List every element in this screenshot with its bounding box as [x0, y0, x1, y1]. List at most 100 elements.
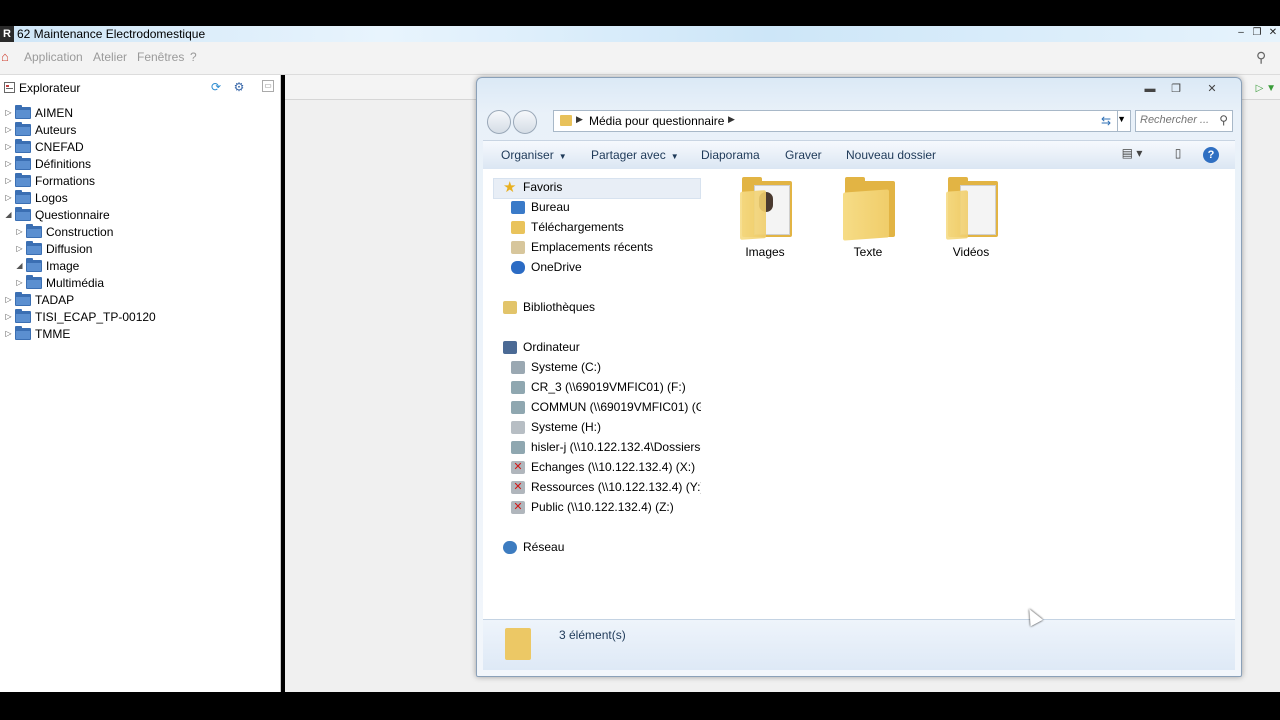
network-drive-icon [511, 440, 525, 454]
back-button[interactable] [487, 110, 511, 134]
nav-libraries[interactable]: Bibliothèques [503, 298, 595, 316]
nav-drive[interactable]: ✕ Ressources (\\10.122.132.4) (Y:) [511, 478, 704, 496]
search-icon[interactable]: ⚲ [1256, 49, 1274, 67]
burn-button[interactable]: Graver [785, 148, 822, 162]
tree-item[interactable]: ▷ TISI_ECAP_TP-00120 [4, 308, 156, 325]
share-button[interactable]: Partager avec ▼ [591, 148, 679, 162]
expand-arrow-icon[interactable]: ▷ [4, 312, 13, 321]
tree-item[interactable]: ▷ AIMEN [4, 104, 73, 121]
search-box[interactable]: ⚲ [1135, 110, 1233, 132]
expand-arrow-icon[interactable]: ▷ [4, 295, 13, 304]
menu-bar: ⌂ Application Atelier Fenêtres ? ⚲ [0, 42, 1280, 75]
expand-arrow-icon[interactable]: ▷ [4, 193, 13, 202]
folder-item-videos[interactable]: Vidéos [931, 177, 1011, 259]
menu-application[interactable]: Application [24, 50, 83, 64]
dropdown-arrows-icon[interactable]: ▷ ▼ [1256, 83, 1276, 94]
expand-arrow-icon[interactable]: ▷ [4, 159, 13, 168]
close-button[interactable]: ✕ [1266, 26, 1280, 40]
address-dropdown-icon[interactable]: ▼ [1117, 114, 1126, 124]
folder-icon [15, 121, 31, 136]
expand-arrow-icon[interactable]: ▷ [4, 142, 13, 151]
folder-icon [15, 206, 31, 221]
folder-icon [26, 240, 42, 255]
expand-arrow-icon[interactable]: ▷ [4, 108, 13, 117]
folder-icon [942, 177, 1000, 240]
tree-item[interactable]: ▷ TMME [4, 325, 70, 342]
tree-item[interactable]: ▷ Formations [4, 172, 95, 189]
tree-item[interactable]: ◢ Image [15, 257, 79, 274]
breadcrumb-arrow-icon[interactable]: ▶ [576, 114, 583, 125]
organize-button[interactable]: Organiser ▼ [501, 148, 567, 162]
nav-drive[interactable]: Systeme (H:) [511, 418, 601, 436]
explorer-maximize-button[interactable]: ❐ [1165, 81, 1187, 97]
item-count: 3 élément(s) [559, 628, 626, 642]
collapse-arrow-icon[interactable]: ◢ [4, 210, 13, 219]
nav-drive[interactable]: Systeme (C:) [511, 358, 601, 376]
help-icon[interactable]: ? [1203, 147, 1219, 163]
expand-arrow-icon[interactable]: ▷ [15, 278, 24, 287]
tree-item[interactable]: ▷ Logos [4, 189, 68, 206]
collapse-arrow-icon[interactable]: ◢ [15, 261, 24, 270]
tree-item[interactable]: ▷ Diffusion [15, 240, 92, 257]
minimize-button[interactable]: – [1234, 26, 1248, 40]
expand-arrow-icon[interactable]: ▷ [4, 329, 13, 338]
explorer-panel-icon [4, 82, 15, 93]
explorer-panel-title: Explorateur [19, 81, 81, 95]
nav-item-onedrive[interactable]: OneDrive [511, 258, 582, 276]
tree-item[interactable]: ▷ Multimédia [15, 274, 104, 291]
expand-arrow-icon[interactable]: ▷ [4, 176, 13, 185]
nav-computer[interactable]: Ordinateur [503, 338, 580, 356]
refresh-icon[interactable]: ⇆ [1095, 110, 1118, 132]
downloads-icon [511, 220, 525, 234]
tree-item[interactable]: ▷ Construction [15, 223, 113, 240]
folder-icon [15, 138, 31, 153]
network-drive-icon [511, 400, 525, 414]
disconnected-drive-icon: ✕ [511, 480, 525, 494]
tree-item[interactable]: ▷ TADAP [4, 291, 74, 308]
navigation-pane: ★ Favoris Bureau Téléchargements Emplacem… [483, 169, 712, 619]
search-input[interactable] [1140, 113, 1212, 127]
expand-arrow-icon[interactable]: ▷ [15, 227, 24, 236]
expand-arrow-icon[interactable]: ▷ [4, 125, 13, 134]
tree-item[interactable]: ◢ Questionnaire [4, 206, 110, 223]
file-list: Images Texte Vidéos [701, 169, 1235, 619]
breadcrumb-item[interactable]: Média pour questionnaire [589, 114, 724, 128]
panel-toggle-icon[interactable]: ▭ [262, 80, 274, 92]
tree-item[interactable]: ▷ Auteurs [4, 121, 76, 138]
nav-favorites[interactable]: ★ Favoris [503, 178, 562, 196]
file-explorer-window: ▬ ❐ ✕ ▶ Média pour questionnaire ▶ ▼ ⚲ ⇆… [476, 77, 1242, 677]
refresh-icon[interactable]: ⟳ [209, 80, 223, 94]
nav-drive[interactable]: hisler-j (\\10.122.132.4\Dossiers-n [511, 438, 711, 456]
slideshow-button[interactable]: Diaporama [701, 148, 760, 162]
menu-atelier[interactable]: Atelier [93, 50, 127, 64]
nav-drive[interactable]: ✕ Public (\\10.122.132.4) (Z:) [511, 498, 674, 516]
settings-icon[interactable]: ⚙ [232, 80, 246, 94]
home-icon[interactable]: ⌂ [1, 50, 13, 63]
nav-item-bureau[interactable]: Bureau [511, 198, 570, 216]
nav-drive[interactable]: COMMUN (\\69019VMFIC01) (G:) [511, 398, 712, 416]
nav-drive[interactable]: CR_3 (\\69019VMFIC01) (F:) [511, 378, 686, 396]
tree-item[interactable]: ▷ Définitions [4, 155, 91, 172]
tree-item[interactable]: ▷ CNEFAD [4, 138, 84, 155]
nav-network[interactable]: Réseau [503, 538, 564, 556]
drive-icon [511, 420, 525, 434]
menu-help[interactable]: ? [190, 50, 197, 64]
menu-fenetres[interactable]: Fenêtres [137, 50, 184, 64]
forward-button[interactable] [513, 110, 537, 134]
folder-item-texte[interactable]: Texte [828, 177, 908, 259]
explorer-close-button[interactable]: ✕ [1201, 81, 1223, 97]
explorer-minimize-button[interactable]: ▬ [1139, 81, 1161, 97]
address-bar[interactable]: ▶ Média pour questionnaire ▶ ▼ [553, 110, 1131, 132]
folder-item-images[interactable]: Images [725, 177, 805, 259]
restore-button[interactable]: ❐ [1250, 26, 1264, 40]
nav-item-emplacements-recents[interactable]: Emplacements récents [511, 238, 653, 256]
search-icon[interactable]: ⚲ [1219, 113, 1228, 127]
nav-item-telechargements[interactable]: Téléchargements [511, 218, 624, 236]
folder-icon [15, 172, 31, 187]
preview-pane-icon[interactable]: ▯ [1169, 146, 1187, 164]
breadcrumb-arrow-icon[interactable]: ▶ [728, 114, 735, 125]
new-folder-button[interactable]: Nouveau dossier [846, 148, 936, 162]
nav-drive[interactable]: ✕ Echanges (\\10.122.132.4) (X:) [511, 458, 695, 476]
view-options-icon[interactable]: ▤ ▾ [1117, 146, 1147, 164]
expand-arrow-icon[interactable]: ▷ [15, 244, 24, 253]
